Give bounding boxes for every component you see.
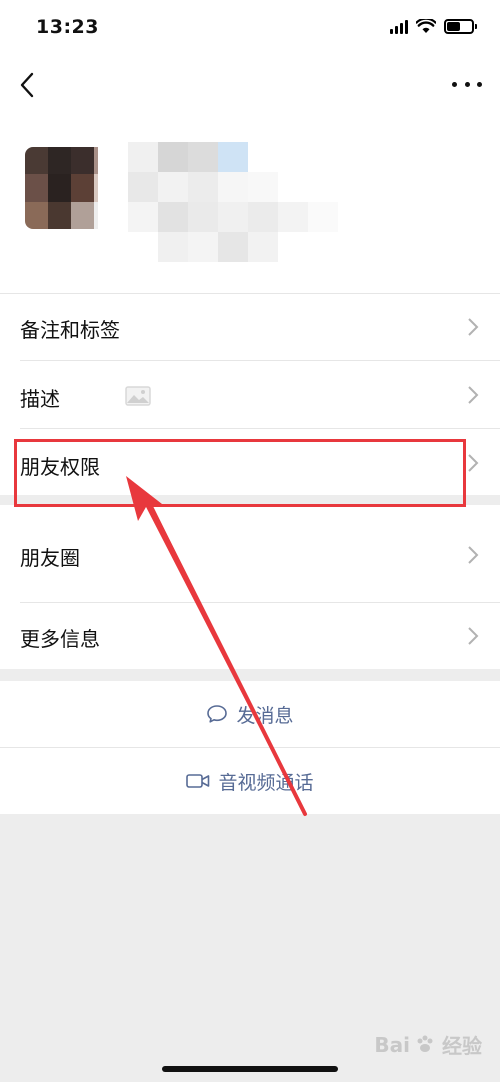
home-indicator[interactable] — [162, 1066, 338, 1072]
watermark-text: Bai — [374, 1032, 410, 1057]
red-arrow-annotation — [126, 476, 307, 816]
watermark: Bai 经验 — [374, 1030, 482, 1059]
paw-icon — [417, 1035, 433, 1052]
watermark-suffix: 经验 — [442, 1034, 482, 1058]
